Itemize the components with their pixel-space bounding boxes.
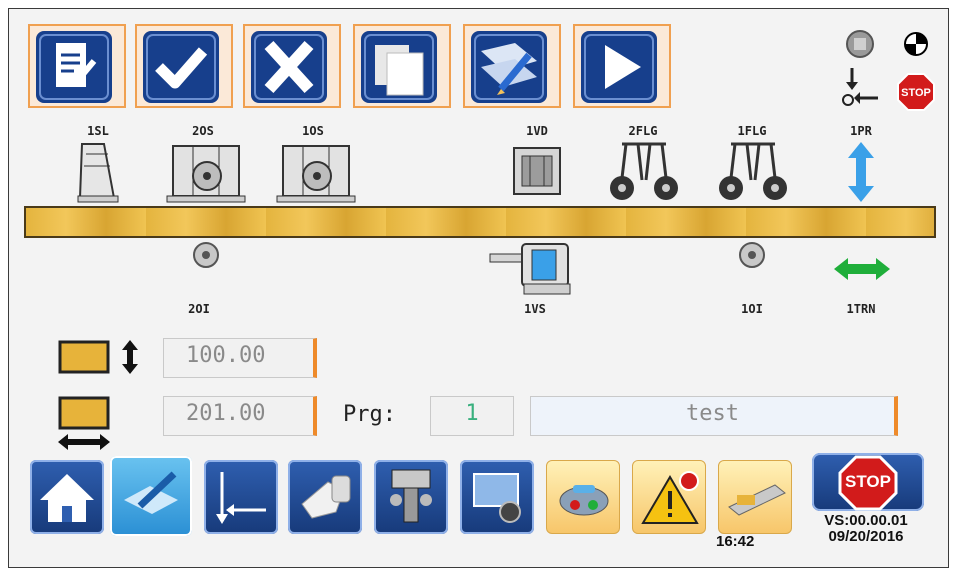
vertical-saw-icon[interactable] [488, 240, 580, 302]
date-text: 09/20/2016 [828, 528, 904, 545]
edit-document-icon [36, 31, 112, 103]
station-label-2oi: 2OI [188, 302, 210, 316]
left-right-arrow-icon[interactable] [832, 256, 892, 282]
x-icon [251, 31, 327, 103]
emergency-stop-button[interactable]: STOP [812, 453, 924, 511]
play-icon [581, 31, 657, 103]
hand-pointer-icon [301, 475, 351, 519]
cancel-button[interactable] [243, 24, 341, 108]
version-info: VS:00.00.01 09/20/2016 [796, 513, 936, 545]
bit-icon-2[interactable] [737, 240, 767, 270]
station-label-2flg: 2FLG [628, 124, 658, 138]
bit-icon[interactable] [191, 240, 221, 270]
tools-button[interactable] [374, 460, 448, 534]
up-down-arrow-icon[interactable] [846, 140, 876, 204]
clock: 16:42 [716, 533, 755, 550]
station-label-2os: 2OS [192, 124, 214, 138]
io-button[interactable] [546, 460, 620, 534]
station-label-1vs: 1VS [524, 302, 546, 316]
stop-sign-icon[interactable]: STOP [897, 73, 935, 111]
confirm-button[interactable] [135, 24, 233, 108]
height-dimension-icon [58, 340, 138, 374]
station-label-1oi: 1OI [741, 302, 763, 316]
edit-program-button[interactable] [110, 456, 192, 536]
vertical-drill-icon[interactable] [512, 146, 562, 196]
router-station-icon[interactable] [163, 140, 249, 206]
conveyor-button[interactable] [718, 460, 792, 534]
stop-button-label: STOP [845, 472, 891, 491]
checkmark-icon [143, 31, 219, 103]
conveyor-icon [728, 484, 786, 516]
station-label-1os: 1OS [302, 124, 324, 138]
alarms-button[interactable] [632, 460, 706, 534]
pencil-map-icon [471, 31, 547, 103]
saw-blade-icon[interactable] [74, 140, 124, 206]
program-label: Prg: [343, 402, 396, 427]
version-text: VS:00.00.01 [824, 512, 908, 529]
edit-document-button[interactable] [28, 24, 126, 108]
station-label-1vd: 1VD [526, 124, 548, 138]
router-station-icon-2[interactable] [273, 140, 359, 206]
black-white-quadrant-circle-icon[interactable] [904, 32, 928, 56]
station-label-1trn: 1TRN [846, 302, 876, 316]
axis-position-button[interactable] [204, 460, 278, 534]
program-number-field[interactable]: 1 [430, 396, 514, 436]
program-name-field[interactable]: test [530, 396, 898, 436]
height-value-field[interactable]: 100.00 [163, 338, 317, 378]
gray-square-circle-icon[interactable] [846, 30, 874, 58]
drill-tools-icon [390, 469, 432, 523]
pencil-board-icon [124, 471, 178, 514]
station-label-1flg: 1FLG [737, 124, 767, 138]
edit-plan-button[interactable] [463, 24, 561, 108]
io-device-icon [559, 485, 609, 516]
length-value-field[interactable]: 201.00 [163, 396, 317, 436]
monitor-gear-icon [473, 473, 521, 523]
length-dimension-icon [58, 396, 110, 450]
copy-button[interactable] [353, 24, 451, 108]
manual-button[interactable] [288, 460, 362, 534]
clamp-wheels-icon-2[interactable] [717, 140, 789, 204]
home-button[interactable] [30, 460, 104, 534]
machine-setup-button[interactable] [460, 460, 534, 534]
play-button[interactable] [573, 24, 671, 108]
axis-arrows-icon [216, 472, 266, 524]
wood-board [24, 206, 936, 238]
home-icon [40, 474, 94, 522]
copy-pages-icon [361, 31, 437, 103]
station-label-1sl: 1SL [87, 124, 109, 138]
station-label-1pr: 1PR [850, 124, 872, 138]
sensor-arrow-icon[interactable] [842, 68, 878, 106]
status-panel: STOP [842, 30, 935, 111]
svg-text:STOP: STOP [901, 87, 931, 99]
clamp-wheels-icon[interactable] [608, 140, 680, 204]
warning-icon [641, 471, 699, 524]
